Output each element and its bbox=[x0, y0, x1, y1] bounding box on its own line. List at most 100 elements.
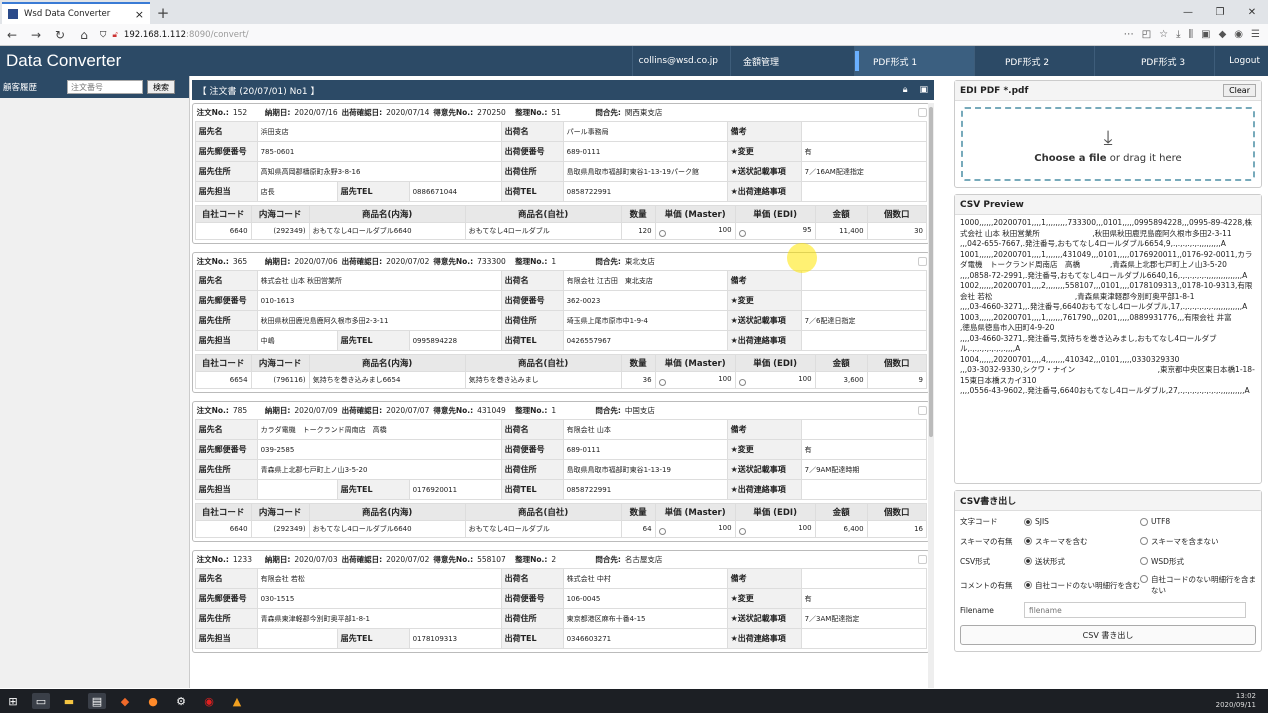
order-sheet-header: 【 注文書 (20/07/01) No1 】 🔒︎ ▣ bbox=[191, 80, 934, 100]
brave-icon[interactable]: ◆ bbox=[116, 693, 134, 709]
change-value bbox=[800, 290, 928, 311]
nav-amount-management[interactable]: 金額管理 bbox=[730, 46, 854, 76]
sender-zip-label: 出荷便番号 bbox=[500, 439, 564, 460]
edi-price-radio[interactable] bbox=[738, 229, 746, 237]
order-checkbox[interactable] bbox=[918, 108, 927, 117]
back-icon[interactable]: ← bbox=[4, 28, 20, 42]
customer-no-label: 得意先No.: bbox=[433, 257, 474, 266]
search-button[interactable]: 検索 bbox=[147, 80, 175, 94]
sender-name-label: 出荷名 bbox=[500, 568, 564, 589]
sender-address-label: 出荷住所 bbox=[500, 161, 564, 182]
table-row: 6640 (292349) おもてなし4ロールダブル6640 おもてなし4ロールダブル… bbox=[194, 222, 928, 240]
master-price-cell[interactable]: 100 bbox=[654, 371, 736, 389]
more-icon[interactable]: ⋯ bbox=[1124, 29, 1134, 40]
order-number-input[interactable] bbox=[67, 80, 143, 94]
recorder-icon[interactable]: ◉ bbox=[200, 693, 218, 709]
ref-no-label: 整理No.: bbox=[515, 555, 548, 564]
master-price-radio[interactable] bbox=[658, 229, 666, 237]
radio-selected-icon[interactable] bbox=[1024, 517, 1032, 526]
right-panel: EDI PDF *.pdf Clear ⤓ Choose a file or dr… bbox=[940, 76, 1268, 688]
export-option-2[interactable]: スキーマを含まない bbox=[1140, 536, 1256, 547]
radio-icon[interactable] bbox=[1140, 536, 1148, 545]
logout-link[interactable]: Logout bbox=[1214, 46, 1268, 76]
order-card: 注文No.: 365 納期日: 2020/07/06 出荷確認日: 2020/07/0… bbox=[191, 252, 930, 393]
firefox-icon[interactable]: ● bbox=[144, 693, 162, 709]
library-icon[interactable]: ⫼ bbox=[1189, 29, 1194, 40]
master-price-radio[interactable] bbox=[658, 527, 666, 535]
order-sheet-title: 【 注文書 (20/07/01) No1 】 bbox=[197, 86, 320, 97]
app-icon[interactable]: ▲ bbox=[228, 693, 246, 709]
export-option-2[interactable]: WSD形式 bbox=[1140, 556, 1256, 567]
change-label: ★変更 bbox=[726, 141, 802, 162]
recipient-person bbox=[256, 479, 338, 500]
radio-selected-icon[interactable] bbox=[1024, 580, 1032, 589]
task-view-icon[interactable]: ▭ bbox=[32, 693, 50, 709]
radio-icon[interactable] bbox=[1140, 556, 1148, 565]
export-option-2[interactable]: UTF8 bbox=[1140, 517, 1256, 526]
home-icon[interactable]: ⌂ bbox=[76, 28, 92, 42]
order-checkbox[interactable] bbox=[918, 555, 927, 564]
lock-icon[interactable]: 🔒︎ bbox=[903, 85, 908, 95]
change-label: ★変更 bbox=[726, 588, 802, 609]
extension-icon[interactable]: ◆ bbox=[1219, 29, 1227, 40]
sender-tel: 0346603271 bbox=[562, 628, 728, 649]
radio-selected-icon[interactable] bbox=[1024, 536, 1032, 545]
pocket-icon[interactable]: ◰ bbox=[1142, 29, 1151, 40]
radio-selected-icon[interactable] bbox=[1024, 556, 1032, 565]
nav-pdf-format-2[interactable]: PDF形式 2 bbox=[974, 46, 1094, 76]
order-card: 注文No.: 1233 納期日: 2020/07/03 出荷確認日: 2020/07/… bbox=[191, 550, 930, 653]
file-explorer-icon[interactable]: ▬ bbox=[60, 693, 78, 709]
edi-price-radio[interactable] bbox=[738, 527, 746, 535]
windows-start-icon[interactable]: ⊞ bbox=[4, 693, 22, 709]
edi-price-cell[interactable]: 100 bbox=[734, 520, 816, 538]
master-price-cell[interactable]: 100 bbox=[654, 520, 736, 538]
item-col-header: 単価 (EDI) bbox=[734, 503, 816, 521]
cursor-highlight bbox=[787, 243, 817, 273]
edi-price-cell[interactable]: 95 bbox=[734, 222, 816, 240]
maximize-icon[interactable]: ❐ bbox=[1204, 0, 1236, 24]
menu-icon[interactable]: ☰ bbox=[1251, 29, 1260, 40]
clear-button[interactable]: Clear bbox=[1223, 84, 1256, 97]
order-checkbox[interactable] bbox=[918, 406, 927, 415]
order-list-scrollbar[interactable] bbox=[928, 103, 934, 688]
radio-icon[interactable] bbox=[1140, 517, 1148, 526]
save-icon[interactable]: ▣ bbox=[919, 85, 928, 95]
master-price-cell[interactable]: 100 bbox=[654, 222, 736, 240]
app-window-icon[interactable]: ▤ bbox=[88, 693, 106, 709]
edi-price-cell[interactable]: 100 bbox=[734, 371, 816, 389]
settings-gear-icon[interactable]: ⚙ bbox=[172, 693, 190, 709]
minimize-icon[interactable]: — bbox=[1172, 0, 1204, 24]
close-tab-icon[interactable]: × bbox=[135, 8, 144, 21]
browser-tab[interactable]: Wsd Data Converter × bbox=[2, 2, 150, 24]
master-price-radio[interactable] bbox=[658, 378, 666, 386]
export-option-1[interactable]: SJIS bbox=[1024, 517, 1140, 526]
file-drop-zone[interactable]: ⤓ Choose a file or drag it here bbox=[961, 107, 1255, 181]
bookmark-star-icon[interactable]: ☆ bbox=[1159, 29, 1168, 40]
account-icon[interactable]: ◉ bbox=[1234, 29, 1243, 40]
csv-export-button[interactable]: CSV 書き出し bbox=[960, 625, 1256, 645]
export-option-1[interactable]: 送状形式 bbox=[1024, 556, 1140, 567]
user-email[interactable]: collins@wsd.co.jp bbox=[632, 46, 730, 76]
sidebar-icon[interactable]: ▣ bbox=[1201, 29, 1210, 40]
nav-pdf-format-3[interactable]: PDF形式 3 bbox=[1094, 46, 1214, 76]
nav-pdf-format-1[interactable]: PDF形式 1 bbox=[854, 46, 974, 76]
contact-branch: 関西東支店 bbox=[624, 108, 663, 117]
radio-icon[interactable] bbox=[1140, 575, 1148, 583]
export-option-2[interactable]: 自社コードのない明細行を含まない bbox=[1140, 574, 1256, 596]
forward-icon[interactable]: → bbox=[28, 28, 44, 42]
export-option-label: コメントの有無 bbox=[960, 580, 1013, 590]
download-icon[interactable]: ⤓ bbox=[1176, 29, 1180, 40]
close-window-icon[interactable]: ✕ bbox=[1236, 0, 1268, 24]
address-bar[interactable]: ⛉ 🔓︎ 192.168.1.112:8090/convert/ bbox=[100, 30, 1116, 40]
order-checkbox[interactable] bbox=[918, 257, 927, 266]
quantity: 36 bbox=[620, 371, 656, 389]
edi-price-radio[interactable] bbox=[738, 378, 746, 386]
new-tab-button[interactable]: + bbox=[150, 2, 176, 24]
export-option-1[interactable]: スキーマを含む bbox=[1024, 536, 1140, 547]
export-option-1[interactable]: 自社コードのない明細行を含む bbox=[1024, 580, 1140, 591]
order-no: 785 bbox=[232, 406, 248, 415]
filename-input[interactable] bbox=[1024, 602, 1246, 618]
ref-no: 2 bbox=[551, 555, 557, 564]
ref-no: 1 bbox=[551, 406, 557, 415]
reload-icon[interactable]: ↻ bbox=[52, 28, 68, 42]
